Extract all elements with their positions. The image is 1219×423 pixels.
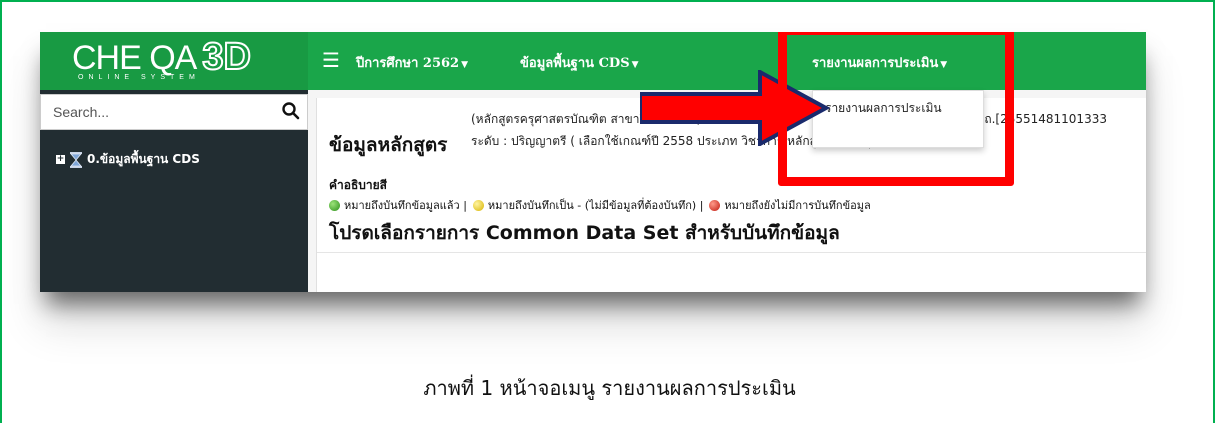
divider [317,252,1146,253]
logo-text: CHE QA [72,39,197,77]
course-title: ข้อมูลหลักสูตร [329,134,448,156]
legend-saved: หมายถึงบันทึกข้อมูลแล้ว | [344,199,467,212]
expand-icon[interactable]: + [56,155,65,164]
color-legend: หมายถึงบันทึกข้อมูลแล้ว | หมายถึงบันทึกเ… [329,196,871,214]
search-icon[interactable] [281,101,301,121]
logo-subtitle: ONLINE SYSTEM [78,74,200,81]
figure-caption: ภาพที่ 1 หน้าจอเมนู รายงานผลการประเมิน [423,376,796,400]
green-dot-icon [329,199,340,211]
sidebar-search [40,94,308,130]
legend-no-data: หมายถึงบันทึกเป็น - (ไม่มีข้อมูลที่ต้องบ… [487,199,704,212]
sidebar-item-label: 0.ข้อมูลพื้นฐาน CDS [87,152,200,166]
chevron-down-icon: ▼ [461,60,469,70]
nav-academic-year[interactable]: ปีการศึกษา 2562 ▼ [356,52,468,73]
nav-cds[interactable]: ข้อมูลพื้นฐาน CDS ▼ [520,52,639,73]
cds-select-heading: โปรดเลือกรายการ Common Data Set สำหรับบั… [329,222,840,244]
legend-not-saved: หมายถึงยังไม่มีการบันทึกข้อมูล [724,199,871,212]
logo-3d: 3D [201,35,252,79]
yellow-dot-icon [472,199,484,211]
hamburger-icon[interactable]: ☰ [322,48,340,72]
chevron-down-icon: ▼ [631,60,639,70]
nav-academic-year-label: ปีการศึกษา 2562 [356,56,460,71]
search-input[interactable] [41,95,285,129]
red-highlight-box [778,32,1014,186]
sidebar-item-cds[interactable]: + 0.ข้อมูลพื้นฐาน CDS [56,150,200,169]
nav-cds-label: ข้อมูลพื้นฐาน CDS [520,56,630,71]
red-dot-icon [709,199,721,211]
hourglass-icon [70,151,82,168]
sidebar: + 0.ข้อมูลพื้นฐาน CDS [40,90,308,292]
app-screenshot: CHE QA 3D ONLINE SYSTEM ☰ ปีการศึกษา 2562… [40,32,1146,292]
logo[interactable]: CHE QA 3D ONLINE SYSTEM [40,32,308,90]
legend-title: คำอธิบายสี [329,178,388,192]
